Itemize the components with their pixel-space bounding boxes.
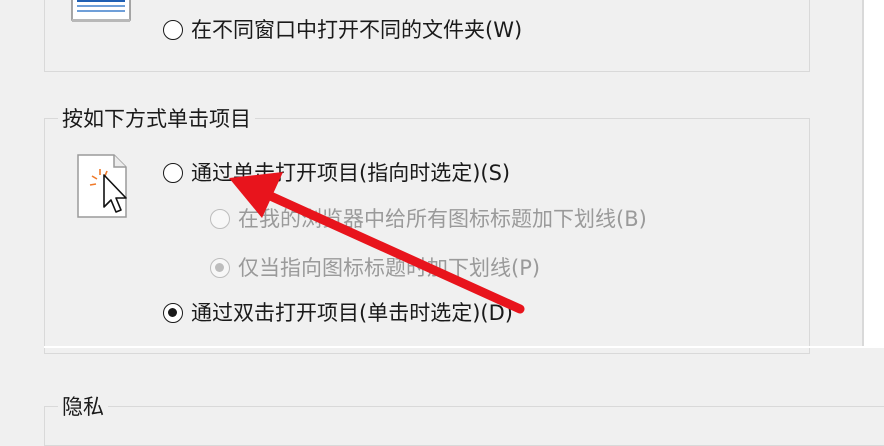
annotation-arrow bbox=[229, 172, 525, 314]
